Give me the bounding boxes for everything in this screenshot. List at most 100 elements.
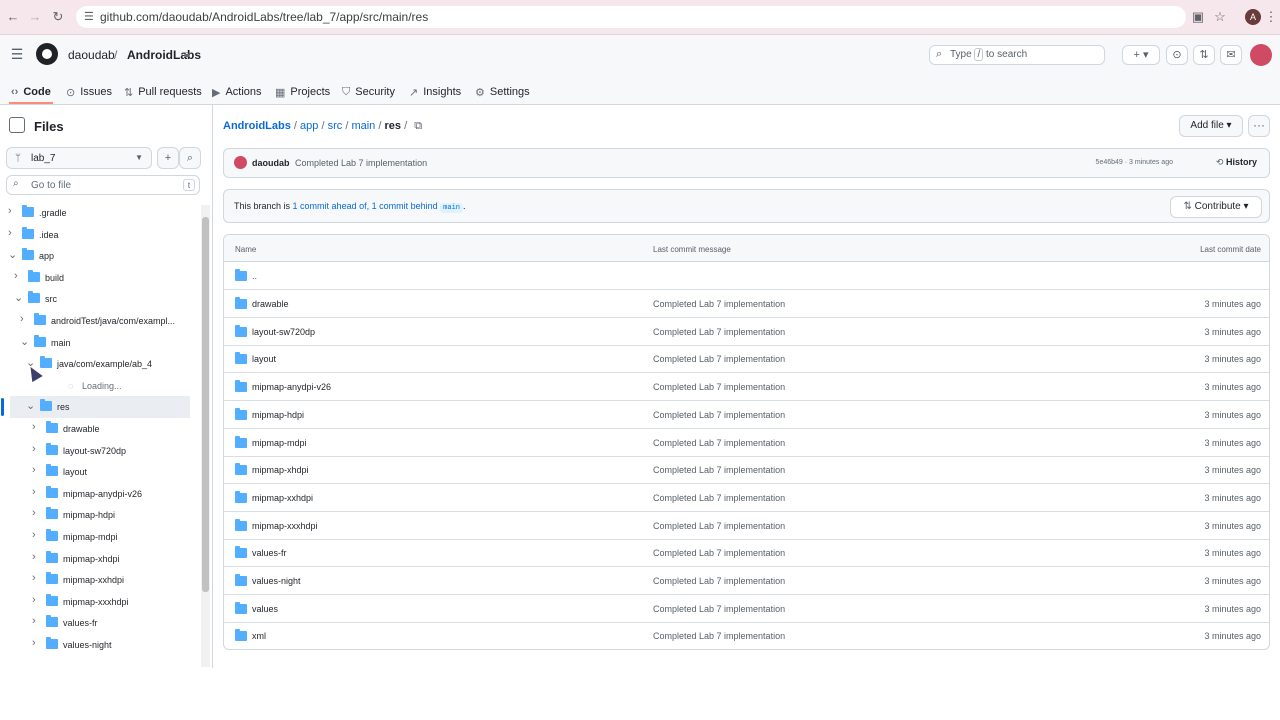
- chevron-right-icon[interactable]: ›: [32, 507, 36, 519]
- directory-name-link[interactable]: layout-sw720dp: [252, 327, 315, 337]
- chevron-right-icon[interactable]: ›: [32, 443, 36, 455]
- chevron-right-icon[interactable]: ›: [32, 464, 36, 476]
- browser-menu-icon[interactable]: ⋮: [1262, 8, 1280, 26]
- tree-item[interactable]: › mipmap-mdpi: [0, 526, 196, 548]
- chevron-right-icon[interactable]: ›: [14, 270, 18, 282]
- directory-name-link[interactable]: values: [252, 604, 278, 614]
- user-avatar[interactable]: [1250, 44, 1272, 66]
- cast-icon[interactable]: ▣: [1189, 8, 1207, 26]
- issues-icon[interactable]: ⊙: [1166, 45, 1188, 65]
- commit-message-link[interactable]: Completed Lab 7 implementation: [653, 631, 785, 641]
- branch-selector[interactable]: ᛘ lab_7 ▼: [6, 147, 152, 169]
- create-new-button[interactable]: + ▾: [1122, 45, 1160, 65]
- tree-item[interactable]: › layout: [0, 461, 196, 483]
- table-row[interactable]: mipmap-xxhdpi Completed Lab 7 implementat…: [224, 484, 1269, 512]
- directory-name-link[interactable]: values-night: [252, 576, 301, 586]
- parent-directory-row[interactable]: ..: [224, 262, 1269, 290]
- directory-name-link[interactable]: drawable: [252, 299, 289, 309]
- tree-item[interactable]: › values-night: [0, 634, 196, 656]
- tree-item[interactable]: › mipmap-xxxhdpi: [0, 591, 196, 613]
- reload-icon[interactable]: ↻: [49, 8, 67, 26]
- tree-item[interactable]: › values-fr: [0, 612, 196, 634]
- commit-message-link[interactable]: Completed Lab 7 implementation: [653, 576, 785, 586]
- tree-item[interactable]: › mipmap-xhdpi: [0, 548, 196, 570]
- back-icon[interactable]: ←: [4, 8, 22, 26]
- tree-item[interactable]: ⌄ main: [0, 332, 196, 354]
- forward-icon[interactable]: →: [26, 8, 44, 26]
- tab-issues[interactable]: ⊙ Issues: [66, 81, 112, 103]
- commit-author[interactable]: daoudab: [252, 158, 290, 168]
- chevron-right-icon[interactable]: ›: [32, 486, 36, 498]
- add-file-button[interactable]: Add file ▾: [1179, 115, 1243, 137]
- tab-actions[interactable]: ▶ Actions: [212, 81, 262, 103]
- commit-message-link[interactable]: Completed Lab 7 implementation: [653, 327, 785, 337]
- directory-name-link[interactable]: mipmap-anydpi-v26: [252, 382, 331, 392]
- add-file-plus-button[interactable]: +: [157, 147, 179, 169]
- chevron-right-icon[interactable]: ›: [8, 227, 12, 239]
- commit-message-link[interactable]: Completed Lab 7 implementation: [653, 521, 785, 531]
- tree-item[interactable]: › mipmap-xxhdpi: [0, 569, 196, 591]
- tree-item[interactable]: › build: [0, 267, 196, 289]
- tree-item[interactable]: › layout-sw720dp: [0, 440, 196, 462]
- table-row[interactable]: values Completed Lab 7 implementation 3 mi…: [224, 595, 1269, 623]
- collapse-sidebar-icon[interactable]: [9, 117, 25, 133]
- table-row[interactable]: layout-sw720dp Completed Lab 7 implementa…: [224, 318, 1269, 346]
- directory-name-link[interactable]: mipmap-hdpi: [252, 410, 304, 420]
- commit-message-link[interactable]: Completed Lab 7 implementation: [653, 493, 785, 503]
- directory-name-link[interactable]: values-fr: [252, 548, 287, 558]
- chevron-down-icon[interactable]: ⌄: [26, 399, 35, 412]
- tab-settings[interactable]: ⚙ Settings: [475, 81, 530, 103]
- chevron-right-icon[interactable]: ›: [32, 529, 36, 541]
- chevron-right-icon[interactable]: ›: [32, 551, 36, 563]
- chevron-right-icon[interactable]: ›: [32, 572, 36, 584]
- base-branch-label[interactable]: main: [440, 203, 463, 213]
- chevron-down-icon[interactable]: ⌄: [20, 335, 29, 348]
- tab-security[interactable]: ⛉ Security: [342, 81, 395, 103]
- ahead-link[interactable]: 1 commit ahead of,: [293, 201, 370, 211]
- search-input[interactable]: ⌕ Type / to search: [929, 45, 1105, 65]
- tab-insights[interactable]: ↗ Insights: [409, 81, 461, 103]
- tree-item[interactable]: ⌄ res: [10, 396, 190, 419]
- table-row[interactable]: mipmap-xxxhdpi Completed Lab 7 implementa…: [224, 512, 1269, 540]
- tree-item[interactable]: ⌄ app: [0, 245, 196, 267]
- directory-name-link[interactable]: mipmap-xhdpi: [252, 465, 309, 475]
- bookmark-star-icon[interactable]: ☆: [1211, 8, 1229, 26]
- tree-item[interactable]: › .gradle: [0, 202, 196, 224]
- tab-code[interactable]: ‹› Code: [11, 81, 51, 103]
- directory-name-link[interactable]: mipmap-xxxhdpi: [252, 521, 318, 531]
- commit-message-link[interactable]: Completed Lab 7 implementation: [653, 410, 785, 420]
- chevron-down-icon[interactable]: ⌄: [8, 248, 17, 261]
- commit-message[interactable]: Completed Lab 7 implementation: [295, 158, 427, 168]
- pull-requests-icon[interactable]: ⇅: [1193, 45, 1215, 65]
- behind-link[interactable]: 1 commit behind: [372, 201, 438, 211]
- history-button[interactable]: ⟲ History: [1216, 157, 1257, 168]
- directory-name-link[interactable]: mipmap-mdpi: [252, 438, 307, 448]
- parent-directory-link[interactable]: ..: [252, 271, 257, 281]
- table-row[interactable]: mipmap-mdpi Completed Lab 7 implementatio…: [224, 429, 1269, 457]
- breadcrumb-src[interactable]: src: [328, 120, 343, 132]
- table-row[interactable]: mipmap-xhdpi Completed Lab 7 implementati…: [224, 456, 1269, 485]
- commit-meta[interactable]: 5e46b49 · 3 minutes ago: [1096, 159, 1173, 166]
- inbox-icon[interactable]: ✉: [1220, 45, 1242, 65]
- go-to-file-input[interactable]: ⌕ Go to file t: [6, 175, 200, 195]
- chevron-right-icon[interactable]: ›: [32, 421, 36, 433]
- breadcrumb-repo[interactable]: AndroidLabs: [223, 120, 291, 132]
- table-row[interactable]: values-night Completed Lab 7 implementati…: [224, 567, 1269, 595]
- commit-message-link[interactable]: Completed Lab 7 implementation: [653, 548, 785, 558]
- commit-message-link[interactable]: Completed Lab 7 implementation: [653, 354, 785, 364]
- chevron-right-icon[interactable]: ›: [32, 637, 36, 649]
- breadcrumb-app[interactable]: app: [300, 120, 318, 132]
- table-row[interactable]: mipmap-anydpi-v26 Completed Lab 7 impleme…: [224, 373, 1269, 402]
- tree-item[interactable]: › drawable: [0, 418, 196, 440]
- more-options-icon[interactable]: ···: [1248, 115, 1270, 137]
- table-row[interactable]: values-fr Completed Lab 7 implementation 3…: [224, 539, 1269, 568]
- repo-owner-link[interactable]: daoudab: [68, 48, 115, 62]
- commit-message-link[interactable]: Completed Lab 7 implementation: [653, 382, 785, 392]
- tab-projects[interactable]: ▦ Projects: [275, 81, 330, 103]
- tree-item[interactable]: ⌄ src: [0, 288, 196, 310]
- hamburger-menu-icon[interactable]: ☰: [8, 46, 26, 64]
- chevron-right-icon[interactable]: ›: [8, 205, 12, 217]
- tree-item[interactable]: › androidTest/java/com/exampl...: [0, 310, 196, 332]
- sidebar-scrollbar-thumb[interactable]: [202, 217, 209, 592]
- directory-name-link[interactable]: mipmap-xxhdpi: [252, 493, 313, 503]
